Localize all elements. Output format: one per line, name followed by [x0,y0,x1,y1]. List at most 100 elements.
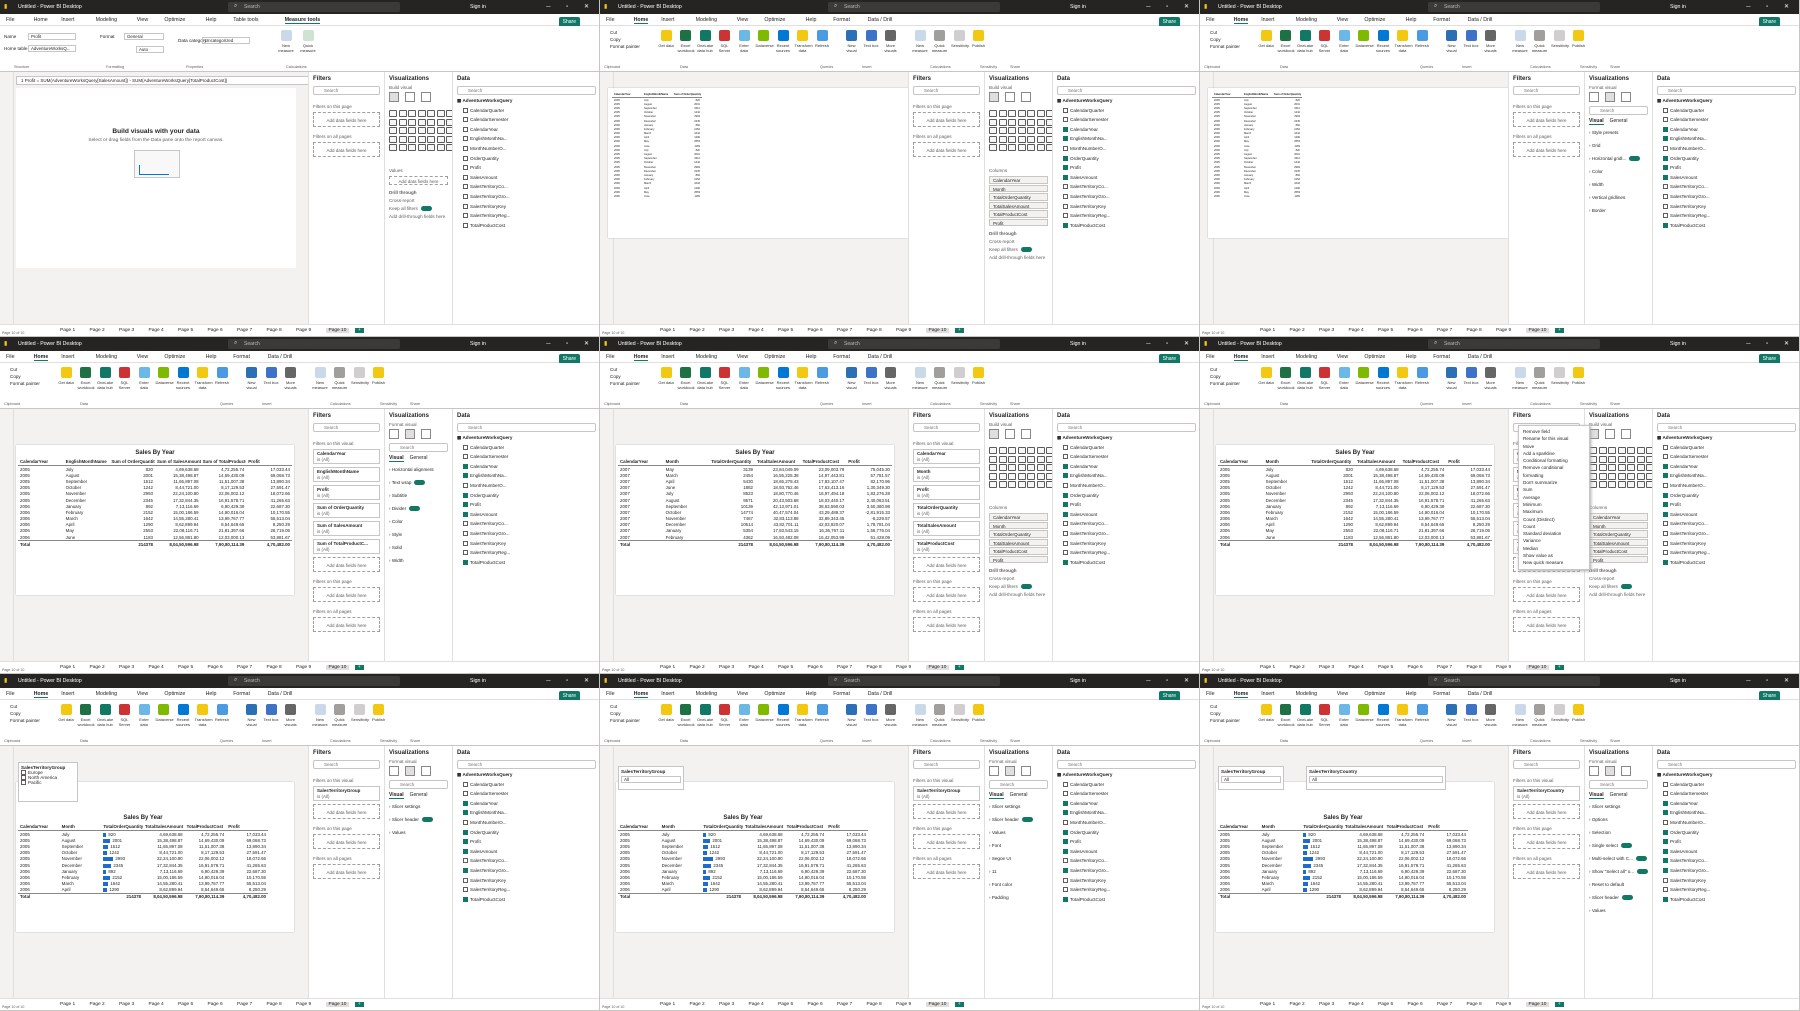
menu-data-drill[interactable]: Data / Drill [1468,354,1493,360]
field-checkbox[interactable] [1663,463,1668,469]
ribbon-publish-button[interactable]: Publish [971,30,987,48]
ribbon-onelake-data-hub-button[interactable]: OneLake data hub [697,30,713,53]
data-search[interactable]: Search [1657,423,1796,432]
visual-type-icon[interactable] [1636,472,1645,480]
ribbon-onelake-data-hub-button[interactable]: OneLake data hub [1297,30,1313,53]
column-well-item[interactable]: TotalOrderQuantity [1589,530,1648,538]
visual-type-icon[interactable] [998,472,1007,480]
field-checkbox[interactable] [463,444,468,450]
visual-type-icon[interactable] [1027,135,1035,143]
data-field-item[interactable]: CalendarQuarter [457,443,598,453]
format-section-padding[interactable]: › Padding [989,895,1009,900]
page-tab[interactable]: Page 4 [149,665,164,670]
visual-tab[interactable]: Visual [389,792,404,799]
column-well-item[interactable]: Profit [1589,555,1648,563]
data-field-item[interactable]: OrderQuantity [1657,828,1798,838]
page-tab[interactable]: Page 4 [149,1002,164,1007]
menu-view[interactable]: View [737,354,748,360]
ribbon-sensitivity-button[interactable]: Sensitivity [951,367,969,385]
visual-type-icon[interactable] [998,447,1007,454]
visual-type-icon[interactable] [1036,447,1045,454]
visual-type-icon[interactable] [398,110,407,117]
data-field-item[interactable]: OrderQuantity [1057,828,1198,838]
ribbon-text-box-button[interactable]: Text box [263,367,279,385]
add-data-fields-drop-zone[interactable]: Add data fields here [913,804,980,819]
window-controls[interactable]: ─ ▫ ✕ [1746,3,1796,10]
add-data-fields-drop-zone[interactable]: Add data fields here [1513,142,1580,157]
visual-type-icon[interactable] [1036,472,1045,480]
visual-type-icon[interactable] [389,135,397,143]
column-well-item[interactable]: TotalSalesAmount [989,201,1048,209]
page-tab[interactable]: Page 8 [1467,328,1482,333]
format-section-width[interactable]: › Width [1589,182,1604,187]
page-tab[interactable]: Page 10 [925,665,950,670]
menu-modeling[interactable]: Modeling [696,17,718,23]
ribbon-quick-measure-button[interactable]: Quick measure [332,367,348,390]
ribbon-enter-data-button[interactable]: Enter data [736,704,752,727]
visual-type-icon[interactable] [1627,464,1635,471]
field-checkbox[interactable] [463,829,468,835]
ribbon-sql-server-button[interactable]: SQL Server [117,704,133,727]
menu-modeling[interactable]: Modeling [96,691,118,697]
ribbon-sensitivity-button[interactable]: Sensitivity [951,30,969,48]
ribbon-more-visuals-button[interactable]: More visuals [883,367,899,390]
format-section-width[interactable]: › Width [389,558,404,563]
visual-type-icon[interactable] [1589,464,1597,471]
context-menu-item[interactable]: Remove conditional formatting [1523,464,1585,479]
field-checkbox[interactable] [1663,791,1668,797]
data-field-item[interactable]: TotalProductCost [1657,558,1798,568]
visual-type-icon[interactable] [1627,472,1635,480]
matrix-column-header[interactable]: TotalOrderQuantity [101,823,143,831]
column-well-item[interactable]: Month [1589,521,1648,529]
field-checkbox[interactable] [463,203,468,209]
format-section-font[interactable]: › Font [989,843,1001,848]
ribbon-recent-sources-button[interactable]: Recent sources [1375,367,1391,390]
visual-type-icon[interactable] [998,481,1007,488]
add-data-fields-drop-zone[interactable]: Add data fields here [1513,834,1580,849]
data-field-item[interactable]: MonthNumberO... [1057,144,1198,154]
add-page-button[interactable]: + [355,1002,364,1007]
field-checkbox[interactable] [1663,559,1668,565]
data-field-item[interactable]: Profit [1057,500,1198,510]
menu-measure-tools[interactable]: Measure tools [284,17,321,24]
page-tab[interactable]: Page 5 [178,665,193,670]
data-field-item[interactable]: EnglishMonthNa... [1657,808,1798,818]
visual-type-icon[interactable] [389,144,397,151]
field-checkbox[interactable] [463,136,468,142]
visual-type-icon[interactable] [1636,481,1645,488]
general-tab[interactable]: General [410,792,428,798]
column-well-item[interactable]: CalendarYear [989,513,1048,521]
page-tab[interactable]: Page 7 [1437,328,1452,333]
matrix-column-header[interactable]: CalendarYear [618,823,660,831]
ribbon-new-measure-button[interactable]: New measure [912,367,928,390]
window-controls[interactable]: ─ ▫ ✕ [1746,340,1796,347]
data-field-item[interactable]: EnglishMonthNa... [1057,808,1198,818]
data-field-item[interactable]: ▦ AdventureWorksQuery [1657,433,1798,443]
data-field-item[interactable]: CalendarYear [457,125,598,135]
field-checkbox[interactable] [463,193,468,199]
menu-help[interactable]: Help [806,17,817,23]
field-checkbox[interactable] [1663,155,1668,161]
page-tab[interactable]: Page 10 [1525,1002,1550,1007]
page-tab[interactable]: Page 9 [896,665,911,670]
data-field-item[interactable]: TotalProductCost [1057,558,1198,568]
page-tab[interactable]: Page 9 [296,328,311,333]
data-field-item[interactable]: MonthNumberO... [1657,818,1798,828]
context-menu-item[interactable]: Variance [1523,537,1585,544]
ribbon-new-visual-button[interactable]: New visual [244,367,260,390]
visual-type-icon[interactable] [1598,472,1607,480]
data-field-item[interactable]: SalesTerritoryGro... [457,192,598,202]
visual-type-icon[interactable] [1008,481,1016,488]
context-menu-item[interactable]: Average [1523,494,1585,501]
visual-tab[interactable]: Visual [389,455,404,462]
data-field-item[interactable]: OrderQuantity [457,828,598,838]
page-tab[interactable]: Page 10 [1525,328,1550,333]
menu-insert[interactable]: Insert [661,17,674,23]
data-field-item[interactable]: CalendarYear [1057,462,1198,472]
visual-type-icon[interactable] [408,144,416,151]
add-data-fields-drop-zone[interactable]: Add data fields here [313,617,380,632]
ribbon-dataverse-button[interactable]: Dataverse [756,367,774,385]
field-checkbox[interactable] [1663,213,1668,219]
page-tab[interactable]: Page 2 [1290,1002,1305,1007]
tiny-table-visual[interactable]: CalendarYear EnglishMonthName Sum of Order… [612,92,702,232]
